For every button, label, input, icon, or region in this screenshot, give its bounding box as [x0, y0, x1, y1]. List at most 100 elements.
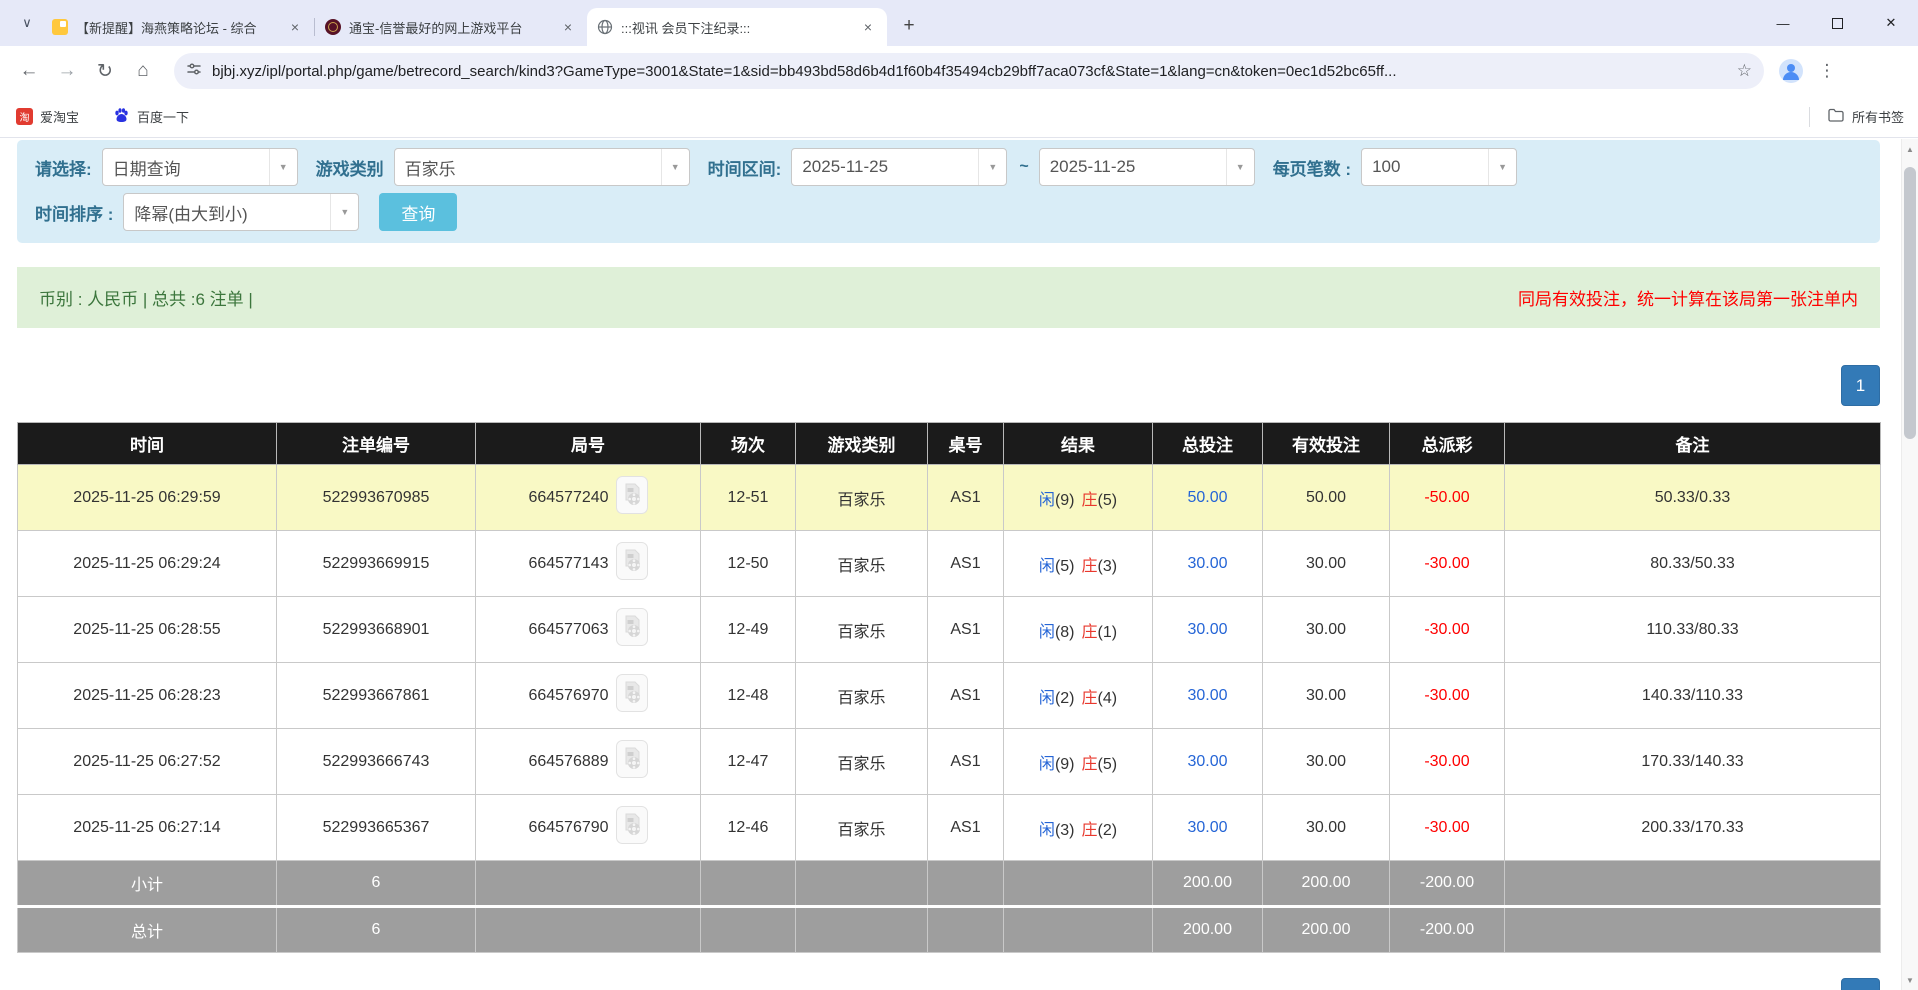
round-id-value: 664576889	[528, 753, 608, 771]
tab-title: 【新提醒】海燕策略论坛 - 综合	[76, 18, 278, 37]
total-empty	[1004, 907, 1153, 953]
close-window-button[interactable]: ✕	[1864, 0, 1918, 46]
date-to-select[interactable]: 2025-11-25 ▼	[1039, 148, 1255, 186]
cell-table-no: AS1	[928, 663, 1004, 729]
cell-remark: 110.33/80.33	[1505, 597, 1881, 663]
search-button[interactable]: 查询	[379, 193, 457, 231]
video-replay-button[interactable]	[616, 740, 648, 783]
video-replay-button[interactable]	[616, 674, 648, 717]
subtotal-label: 小计	[18, 861, 277, 907]
table-row: 2025-11-25 06:27:52522993666743664576889…	[18, 729, 1881, 795]
bookmark-aitaobao[interactable]: 淘 爱淘宝	[16, 107, 79, 126]
pagination-page-1-top[interactable]: 1	[1841, 365, 1880, 406]
result-number: (5)	[1055, 558, 1075, 575]
cell-valid-bet: 50.00	[1263, 465, 1390, 531]
close-icon[interactable]: ×	[859, 18, 877, 36]
cell-session: 12-46	[701, 795, 796, 861]
bookmark-star-icon[interactable]: ☆	[1737, 61, 1752, 81]
folder-icon	[1828, 108, 1844, 125]
game-type-select[interactable]: 百家乐 ▼	[394, 148, 690, 186]
chevron-down-icon: ▼	[661, 149, 689, 185]
chevron-down-icon: ▼	[269, 149, 297, 185]
tab-search-chevron-icon[interactable]: ∨	[12, 8, 42, 38]
cell-remark: 200.33/170.33	[1505, 795, 1881, 861]
browser-nav-bar: ← → ↻ ⌂ bjbj.xyz/ipl/portal.php/game/bet…	[0, 46, 1918, 96]
cell-session: 12-48	[701, 663, 796, 729]
table-header-row: 时间 注单编号 局号 场次 游戏类别 桌号 结果 总投注 有效投注 总派彩 备注	[18, 423, 1881, 465]
cell-valid-bet: 30.00	[1263, 531, 1390, 597]
new-tab-button[interactable]: +	[895, 12, 923, 40]
back-icon[interactable]: ←	[10, 52, 48, 90]
total-empty	[701, 907, 796, 953]
result-player: 闲	[1039, 822, 1055, 839]
minimize-button[interactable]: —	[1756, 0, 1810, 46]
forward-icon[interactable]: →	[48, 52, 86, 90]
chat-yellow-icon	[52, 19, 68, 35]
video-replay-button[interactable]	[616, 542, 648, 585]
cell-result: 闲(5)庄(3)	[1004, 531, 1153, 597]
bookmark-label: 百度一下	[137, 107, 189, 126]
cell-time: 2025-11-25 06:28:55	[18, 597, 277, 663]
table-row: 2025-11-25 06:28:23522993667861664576970…	[18, 663, 1881, 729]
query-type-value: 日期查询	[103, 149, 269, 185]
browser-menu-icon[interactable]: ⋮	[1812, 56, 1842, 86]
round-id-value: 664577240	[528, 489, 608, 507]
cell-bet-id: 522993665367	[277, 795, 476, 861]
divider	[1809, 107, 1810, 127]
video-replay-button[interactable]	[616, 476, 648, 519]
close-icon[interactable]: ×	[286, 18, 304, 36]
tab-bet-records-active[interactable]: :::视讯 会员下注纪录::: ×	[587, 8, 887, 46]
scroll-down-icon[interactable]: ▼	[1902, 972, 1918, 988]
cell-session: 12-50	[701, 531, 796, 597]
tab-forum[interactable]: 【新提醒】海燕策略论坛 - 综合 ×	[42, 10, 314, 44]
cell-game-type: 百家乐	[796, 465, 928, 531]
query-type-select[interactable]: 日期查询 ▼	[102, 148, 298, 186]
date-to-value: 2025-11-25	[1040, 149, 1226, 185]
profile-avatar-icon[interactable]	[1778, 58, 1804, 84]
cell-session: 12-49	[701, 597, 796, 663]
cell-payout: -30.00	[1390, 663, 1505, 729]
home-icon[interactable]: ⌂	[124, 52, 162, 90]
tilde-separator: ~	[1019, 158, 1028, 176]
total-label: 总计	[18, 907, 277, 953]
close-icon[interactable]: ×	[559, 18, 577, 36]
total-empty	[796, 907, 928, 953]
cell-remark: 170.33/140.33	[1505, 729, 1881, 795]
round-id-value: 664577063	[528, 621, 608, 639]
result-number: (2)	[1098, 822, 1118, 839]
all-bookmarks[interactable]: 所有书签	[1809, 107, 1904, 127]
scrollbar-thumb[interactable]	[1904, 167, 1916, 439]
scroll-up-icon[interactable]: ▲	[1902, 141, 1918, 157]
address-bar[interactable]: bjbj.xyz/ipl/portal.php/game/betrecord_s…	[174, 53, 1764, 89]
table-row: 2025-11-25 06:29:59522993670985664577240…	[18, 465, 1881, 531]
video-replay-button[interactable]	[616, 806, 648, 849]
date-from-select[interactable]: 2025-11-25 ▼	[791, 148, 1007, 186]
header-payout: 总派彩	[1390, 423, 1505, 465]
video-replay-button[interactable]	[616, 608, 648, 651]
subtotal-empty	[1004, 861, 1153, 907]
maximize-button[interactable]	[1810, 0, 1864, 46]
cell-total-bet: 30.00	[1153, 531, 1263, 597]
result-player: 闲	[1039, 690, 1055, 707]
reload-icon[interactable]: ↻	[86, 52, 124, 90]
round-id-value: 664576790	[528, 819, 608, 837]
sort-select[interactable]: 降幂(由大到小) ▼	[123, 193, 359, 231]
pagination-page-1-bottom[interactable]: 1	[1841, 978, 1880, 990]
cell-bet-id: 522993669915	[277, 531, 476, 597]
cell-game-type: 百家乐	[796, 597, 928, 663]
taobao-icon: 淘	[16, 108, 33, 125]
bookmark-baidu[interactable]: 百度一下	[113, 107, 189, 127]
subtotal-empty	[928, 861, 1004, 907]
chevron-down-icon: ▼	[330, 194, 358, 230]
date-from-value: 2025-11-25	[792, 149, 978, 185]
site-settings-icon[interactable]	[186, 61, 202, 82]
table-body: 2025-11-25 06:29:59522993670985664577240…	[18, 465, 1881, 861]
cell-total-bet: 30.00	[1153, 597, 1263, 663]
result-number: (5)	[1098, 492, 1118, 509]
url-text[interactable]: bjbj.xyz/ipl/portal.php/game/betrecord_s…	[212, 63, 1727, 80]
tab-tongbao[interactable]: 通宝-信誉最好的网上游戏平台 ×	[315, 10, 587, 44]
page-scrollbar[interactable]: ▲ ▼	[1901, 139, 1918, 990]
bookmarks-bar: 淘 爱淘宝 百度一下 所有书签	[0, 96, 1918, 138]
total-valid-bet: 200.00	[1263, 907, 1390, 953]
page-size-select[interactable]: 100 ▼	[1361, 148, 1517, 186]
